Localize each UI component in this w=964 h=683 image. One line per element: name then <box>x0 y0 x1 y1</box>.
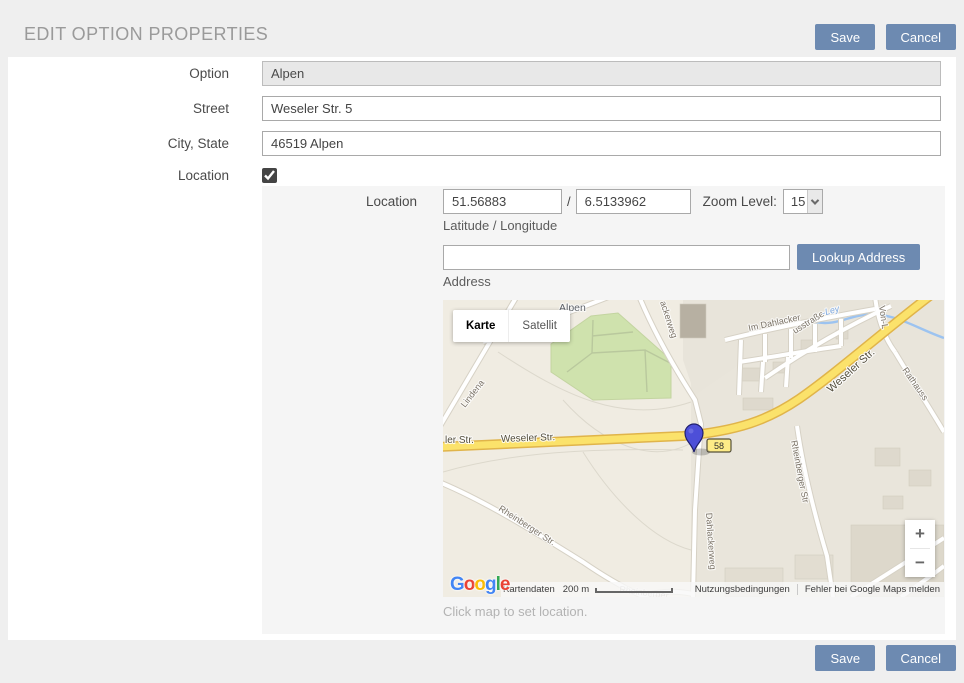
option-field <box>262 61 941 86</box>
longitude-input[interactable] <box>576 189 691 214</box>
map[interactable]: Alpen Lindena ackerweg Im Dahlacker usst… <box>443 300 944 597</box>
save-button[interactable]: Save <box>815 24 875 50</box>
satellit-button[interactable]: Satellit <box>508 310 570 342</box>
map-row: Alpen Lindena ackerweg Im Dahlacker usst… <box>262 300 945 597</box>
lookup-address-button[interactable]: Lookup Address <box>797 244 920 270</box>
map-canvas: Alpen Lindena ackerweg Im Dahlacker usst… <box>443 300 944 597</box>
map-attribution: Kartendaten 200 m Nutzungsbedingungen Fe… <box>443 582 944 597</box>
cancel-button[interactable]: Cancel <box>886 24 956 50</box>
route-shield-number: 58 <box>714 441 724 451</box>
zoom-level-label: Zoom Level: <box>703 194 777 209</box>
city-state-label: City, State <box>8 136 229 151</box>
route-shield: 58 <box>707 439 731 452</box>
street-label: Street <box>8 101 229 116</box>
page-header: EDIT OPTION PROPERTIES Save Cancel <box>0 0 964 57</box>
terms-link[interactable]: Nutzungsbedingungen <box>695 584 790 595</box>
scale-label: 200 m <box>563 584 589 595</box>
page-footer: Save Cancel <box>0 640 964 683</box>
report-error-link[interactable]: Fehler bei Google Maps melden <box>805 584 940 595</box>
save-button-bottom[interactable]: Save <box>815 645 875 671</box>
location-toggle-row: Location <box>8 166 956 184</box>
zoom-level-select[interactable]: 15 <box>783 189 823 214</box>
label-weseler-center: Weseler Str. <box>501 432 556 445</box>
address-hint: Address <box>443 270 945 292</box>
location-panel: Location / Zoom Level: 15 Latitude / Lon… <box>262 186 945 634</box>
location-label: Location <box>262 194 417 209</box>
map-hint: Click map to set location. <box>443 597 945 622</box>
google-logo: Google <box>450 574 509 596</box>
latlng-hint: Latitude / Longitude <box>443 214 945 236</box>
map-type-control: Karte Satellit <box>453 310 570 342</box>
zoom-out-button[interactable]: − <box>905 549 935 577</box>
option-label: Option <box>8 66 229 81</box>
location-toggle-label: Location <box>8 168 229 183</box>
header-actions: Save Cancel <box>815 24 956 50</box>
scale-bar <box>595 588 673 593</box>
address-input[interactable] <box>443 245 790 270</box>
street-field[interactable] <box>262 96 941 121</box>
zoom-in-button[interactable]: + <box>905 520 935 548</box>
location-checkbox[interactable] <box>262 168 277 183</box>
latlng-separator: / <box>567 194 571 209</box>
city-state-row: City, State <box>8 131 956 156</box>
street-row: Street <box>8 96 956 121</box>
karte-button[interactable]: Karte <box>453 310 508 342</box>
cancel-button-bottom[interactable]: Cancel <box>886 645 956 671</box>
zoom-level-select-wrap: 15 <box>783 189 823 214</box>
option-row: Option <box>8 61 956 86</box>
map-zoom-control: + − <box>905 520 935 577</box>
footer-actions: Save Cancel <box>815 645 956 671</box>
label-weseler-partial: ler Str. <box>445 435 474 446</box>
city-state-field[interactable] <box>262 131 941 156</box>
latitude-input[interactable] <box>443 189 562 214</box>
edit-form: Option Street City, State Location Locat… <box>8 57 956 640</box>
page-title: EDIT OPTION PROPERTIES <box>24 24 268 45</box>
attribution-map-data: Kartendaten <box>503 584 555 595</box>
address-row: Lookup Address <box>262 244 945 270</box>
coordinates-row: Location / Zoom Level: 15 <box>262 189 945 214</box>
